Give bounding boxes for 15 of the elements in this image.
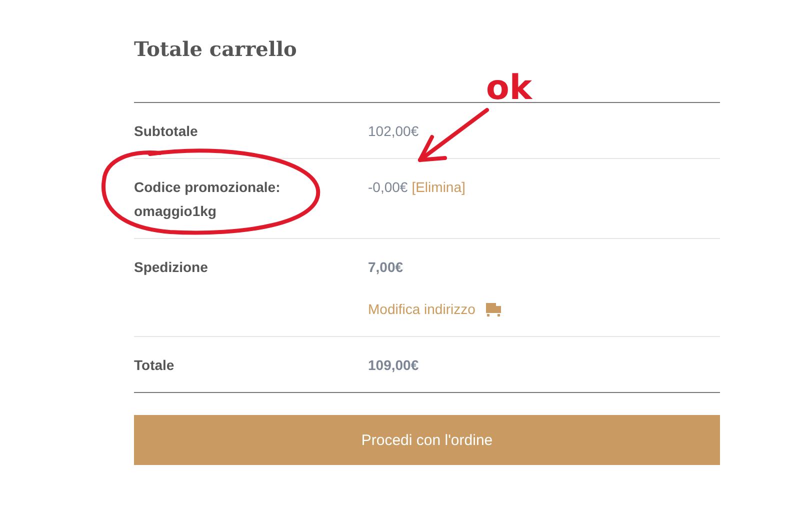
row-label: Spedizione: [134, 258, 208, 277]
change-address-link[interactable]: Modifica indirizzo: [368, 297, 476, 321]
row-value: -0,00€: [368, 178, 408, 197]
cart-title: Totale carrello: [134, 36, 298, 62]
annotation-arrow: [418, 108, 489, 162]
row-value: 109,00€: [368, 356, 419, 375]
checkout-button[interactable]: Procedi con l'ordine: [134, 415, 720, 465]
handwritten-note: ok: [486, 70, 532, 106]
row-value: 7,00€: [368, 258, 404, 277]
row-label: Totale: [134, 356, 174, 375]
row-label: Codice promozionale: omaggio1kg: [134, 178, 282, 221]
truck-icon: [485, 302, 502, 316]
remove-link[interactable]: [Elimina]: [412, 175, 466, 199]
row-label: Subtotale: [134, 122, 198, 141]
row-value: 102,00€: [368, 122, 419, 141]
